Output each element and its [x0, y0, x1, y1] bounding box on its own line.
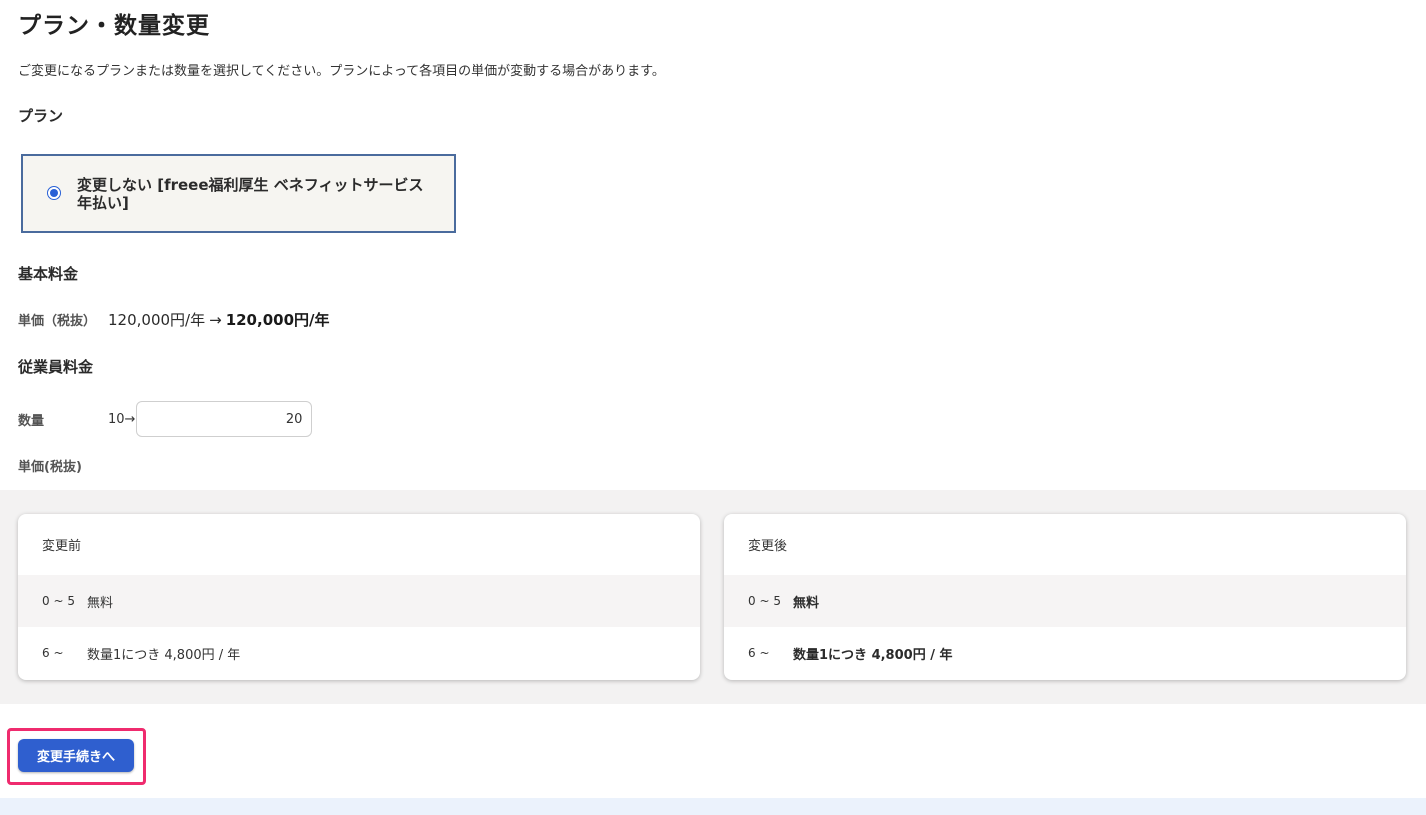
before-change-card: 変更前 0 ~ 5 無料 6 ~ 数量1につき 4,800円 / 年 — [18, 514, 700, 680]
tier-price: 数量1につき 4,800円 / 年 — [793, 647, 953, 663]
page-title: プラン・数量変更 — [18, 13, 210, 39]
tier-range: 0 ~ 5 — [748, 594, 781, 608]
radio-selected-dot — [50, 188, 58, 197]
tier-range: 6 ~ — [42, 646, 64, 660]
base-unit-price-label: 単価（税抜） — [18, 314, 97, 329]
tier-range: 6 ~ — [748, 646, 770, 660]
tier-range: 0 ~ 5 — [42, 594, 75, 608]
tier-price: 無料 — [793, 595, 820, 611]
base-fee-heading: 基本料金 — [18, 265, 79, 283]
old-quantity: 10 — [108, 411, 125, 427]
right-arrow-icon: → — [124, 411, 136, 427]
price-comparison-area: 変更前 0 ~ 5 無料 6 ~ 数量1につき 4,800円 / 年 変更後 0… — [0, 490, 1426, 704]
employee-unit-price-label: 単価(税抜) — [18, 460, 82, 475]
base-old-price: 120,000円/年 — [108, 311, 206, 329]
tier-row: 0 ~ 5 無料 — [724, 575, 1406, 627]
tier-row: 6 ~ 数量1につき 4,800円 / 年 — [18, 627, 700, 679]
tier-price: 無料 — [87, 595, 114, 611]
plan-change-page: プラン・数量変更 ご変更になるプランまたは数量を選択してください。プランによって… — [0, 0, 1426, 815]
after-card-title: 変更後 — [748, 539, 788, 554]
plan-section-heading: プラン — [18, 107, 64, 125]
base-new-price: 120,000円/年 — [225, 311, 330, 329]
page-description: ご変更になるプランまたは数量を選択してください。プランによって各項目の単価が変動… — [18, 64, 665, 79]
plan-option-label: 変更しない [freee福利厚生 ベネフィットサービス 年払い] — [77, 175, 424, 212]
after-change-card: 変更後 0 ~ 5 無料 6 ~ 数量1につき 4,800円 / 年 — [724, 514, 1406, 680]
plan-radio-button[interactable] — [47, 185, 61, 200]
quantity-row: 数量 10 → — [18, 401, 313, 437]
tier-row: 6 ~ 数量1につき 4,800円 / 年 — [724, 627, 1406, 679]
quantity-label: 数量 — [18, 413, 45, 429]
base-fee-price-row: 単価（税抜） 120,000円/年 → 120,000円/年 — [18, 309, 330, 330]
tier-price: 数量1につき 4,800円 / 年 — [87, 647, 241, 663]
right-arrow-icon: → — [209, 311, 222, 329]
footer-band — [0, 798, 1426, 815]
quantity-input[interactable] — [136, 401, 313, 437]
employee-fee-heading: 従業員料金 — [18, 358, 94, 376]
plan-option-no-change[interactable]: 変更しない [freee福利厚生 ベネフィットサービス 年払い] — [21, 154, 456, 233]
proceed-to-change-button[interactable]: 変更手続きへ — [18, 739, 134, 772]
tier-row: 0 ~ 5 無料 — [18, 575, 700, 627]
before-card-title: 変更前 — [42, 539, 82, 554]
